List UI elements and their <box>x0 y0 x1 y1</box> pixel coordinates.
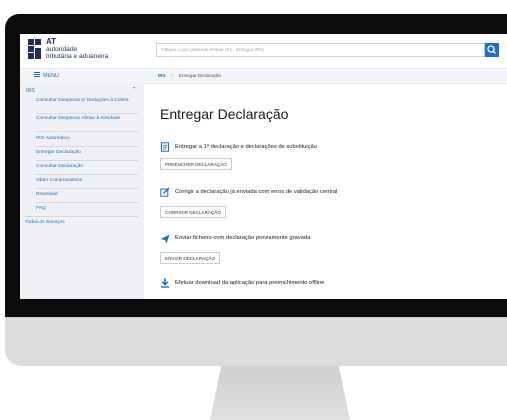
sidebar-divider <box>36 146 138 147</box>
sidebar-item-download[interactable]: Download <box>36 192 138 198</box>
sidebar-item-obter-comprovativos[interactable]: Obter Comprovativos <box>36 178 138 184</box>
chevron-up-icon[interactable]: ⌃ <box>132 87 137 93</box>
sidebar: IRS ⌃ Consultar Despesas p/ Deduções à C… <box>20 82 144 299</box>
hamburger-icon <box>34 72 40 73</box>
preencher-declaracao-button[interactable]: PREENCHER DECLARAÇÃO <box>160 158 232 170</box>
search-icon <box>487 45 496 54</box>
action-text-enviar: Enviar ficheiro com declaração previamen… <box>175 235 311 241</box>
action-text-entregar: Entregar a 1ª declaração e declarações d… <box>175 144 318 150</box>
enviar-declaracao-button[interactable]: ENVIAR DECLARAÇÃO <box>160 252 221 264</box>
sidebar-item-faq[interactable]: FAQ <box>36 206 138 212</box>
sidebar-section-irs[interactable]: IRS <box>26 88 35 94</box>
sidebar-item-consultar-declaracao[interactable]: Consultar Declaração <box>36 164 138 170</box>
sidebar-divider <box>36 174 138 175</box>
site-header: AT autoridade tributária e aduaneira Ind… <box>20 34 507 66</box>
breadcrumb-current: Entregar Declaração <box>178 73 222 78</box>
download-icon <box>161 278 169 288</box>
menu-button[interactable]: MENU <box>34 72 59 79</box>
edit-icon <box>160 187 170 197</box>
search-button[interactable] <box>485 43 499 57</box>
breadcrumb-irs[interactable]: IRS <box>158 73 166 78</box>
sidebar-item-entregar-declaracao[interactable]: Entregar Declaração <box>36 150 138 156</box>
monitor-chin-divider <box>5 317 507 318</box>
sidebar-divider <box>36 188 138 189</box>
menu-label: MENU <box>43 73 59 79</box>
monitor-stand <box>210 366 350 420</box>
action-text-corrigir: Corrigir a declaração já enviada com err… <box>175 189 338 195</box>
screen: AT autoridade tributária e aduaneira Ind… <box>20 34 507 299</box>
sidebar-divider <box>36 113 138 114</box>
sidebar-item-irs-automatico[interactable]: IRS Automático <box>36 136 138 142</box>
send-icon <box>160 234 170 244</box>
logo-text: AT autoridade tributária e aduaneira <box>46 37 109 60</box>
sidebar-divider <box>36 202 138 203</box>
action-text-download: Efetuar download da aplicação para preen… <box>175 280 325 286</box>
search-placeholder: Indique o que pretende efetuar (Ex.: Ent… <box>161 47 264 52</box>
corrigir-declaracao-button[interactable]: CORRIGIR DECLARAÇÃO <box>160 206 226 218</box>
sidebar-item-despesas-atividade[interactable]: Consultar Despesas Afetas à Atividade <box>36 116 138 122</box>
sidebar-item-despesas-deducoes[interactable]: Consultar Despesas p/ Deduções à Coleta <box>36 98 138 104</box>
breadcrumb: IRS > Entregar Declaração <box>158 73 221 78</box>
search-input[interactable]: Indique o que pretende efetuar (Ex.: Ent… <box>156 43 485 57</box>
breadcrumb-separator: > <box>170 73 174 78</box>
sidebar-divider <box>36 131 138 132</box>
sidebar-divider <box>36 160 138 161</box>
at-logo-mark <box>28 39 42 59</box>
page-title: Entregar Declaração <box>160 106 289 122</box>
at-logo[interactable]: AT autoridade tributária e aduaneira <box>28 37 148 61</box>
sidebar-divider <box>24 216 138 217</box>
document-icon <box>161 142 169 152</box>
sidebar-all-services[interactable]: Todos os Serviços <box>25 220 65 225</box>
